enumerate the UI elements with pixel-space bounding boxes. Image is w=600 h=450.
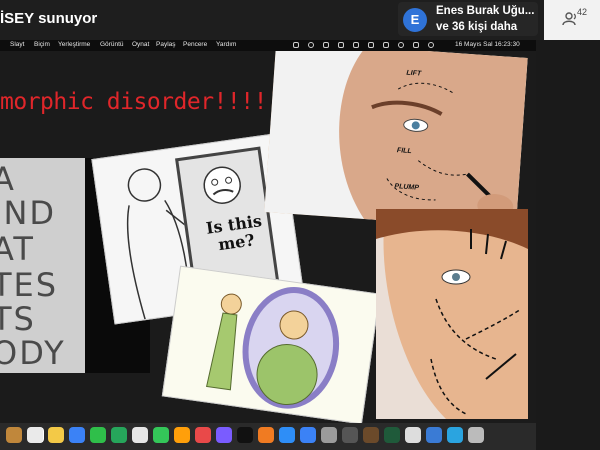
torso-word: A xyxy=(0,160,16,198)
dock-app-icon[interactable] xyxy=(195,427,211,443)
status-icon xyxy=(308,42,314,48)
dock-app-icon[interactable] xyxy=(342,427,358,443)
search-icon xyxy=(398,42,404,48)
participant-count: 42 xyxy=(577,7,588,17)
face-label: LIFT xyxy=(406,69,422,78)
dock-app-icon[interactable] xyxy=(279,427,295,443)
control-center-icon xyxy=(413,42,419,48)
bluetooth-icon xyxy=(353,42,359,48)
dock-app-icon[interactable] xyxy=(153,427,169,443)
dock-app-icon[interactable] xyxy=(237,427,253,443)
zoom-top-bar: İSEY sunuyor E Enes Burak Uğu... ve 36 k… xyxy=(0,0,600,40)
mac-dock: 18 xyxy=(0,423,536,450)
menu-oynat[interactable]: Oynat xyxy=(132,41,149,48)
caption-line: me? xyxy=(216,230,256,255)
dock-app-icon[interactable] xyxy=(90,427,106,443)
menu-yardim[interactable]: Yardım xyxy=(216,41,236,48)
presenter-label: İSEY sunuyor xyxy=(0,10,98,27)
menu-pencere[interactable]: Pencere xyxy=(183,41,207,48)
volume-icon xyxy=(338,42,344,48)
face-label: FILL xyxy=(396,147,412,156)
dock-app-icon[interactable] xyxy=(111,427,127,443)
woman-face-markings-image xyxy=(376,209,528,419)
menu-yerlestirme[interactable]: Yerleştirme xyxy=(58,41,90,48)
torso-word: AT xyxy=(0,230,35,268)
torso-word: IND xyxy=(0,194,57,232)
menu-goruntu[interactable]: Görüntü xyxy=(100,41,124,48)
torso-word: TS xyxy=(0,300,36,338)
torso-word: TES xyxy=(0,266,59,304)
menu-bicim[interactable]: Biçim xyxy=(34,41,50,48)
dock-app-icon[interactable] xyxy=(426,427,442,443)
dock-app-icon[interactable] xyxy=(300,427,316,443)
dock-app-icon[interactable] xyxy=(447,427,463,443)
status-icon xyxy=(293,42,299,48)
dock-app-icon[interactable] xyxy=(69,427,85,443)
viewer-summary[interactable]: E Enes Burak Uğu... ve 36 kişi daha xyxy=(398,2,538,36)
dock-app-icon[interactable] xyxy=(27,427,43,443)
avatar: E xyxy=(403,8,427,32)
participants-button[interactable]: 42 xyxy=(544,0,600,40)
dock-app-icon[interactable] xyxy=(384,427,400,443)
dock-app-icon[interactable] xyxy=(468,427,484,443)
battery-icon xyxy=(368,42,374,48)
menu-paylas[interactable]: Paylaş xyxy=(156,41,176,48)
dock-app-icon[interactable] xyxy=(174,427,190,443)
right-panel xyxy=(536,40,600,450)
dock-app-icon[interactable] xyxy=(405,427,421,443)
slide-canvas: morphic disorder!!!!!!!!!!!! A IND AT TE… xyxy=(0,51,536,423)
dock-app-icon[interactable] xyxy=(321,427,337,443)
viewer-more: ve 36 kişi daha xyxy=(436,21,518,33)
man-face-markings-image: LIFT FILL PLUMP xyxy=(264,51,528,230)
mirror-caption: Is this me? xyxy=(205,211,266,255)
viewer-name: Enes Burak Uğu... xyxy=(436,5,535,17)
dock-app-icon[interactable] xyxy=(216,427,232,443)
status-icon xyxy=(323,42,329,48)
dock-app-icon[interactable] xyxy=(132,427,148,443)
torso-word: ODY xyxy=(0,334,66,372)
menu-slayt[interactable]: Slayt xyxy=(10,41,24,48)
dock-app-icon[interactable] xyxy=(6,427,22,443)
wifi-icon xyxy=(383,42,389,48)
mac-menubar: Slayt Biçim Yerleştirme Görüntü Oynat Pa… xyxy=(0,40,536,51)
dock-app-icon[interactable] xyxy=(363,427,379,443)
mirror-cartoon-image xyxy=(161,265,381,423)
dock-app-icon[interactable] xyxy=(48,427,64,443)
siri-icon xyxy=(428,42,434,48)
menubar-clock: 16 Mayıs Sal 16:23:30 xyxy=(455,41,520,48)
dock-app-icon[interactable] xyxy=(258,427,274,443)
